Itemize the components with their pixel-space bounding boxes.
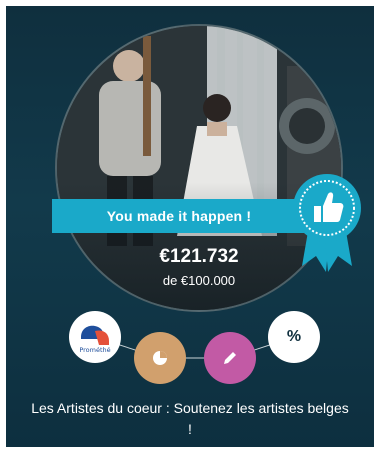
creator-logo-badge[interactable]: Prométhé [69, 311, 121, 363]
pencil-icon [224, 352, 236, 364]
project-title[interactable]: Les Artistes du coeur : Soutenez les art… [30, 398, 350, 440]
edit-badge[interactable] [204, 332, 256, 384]
badge-connector [94, 336, 295, 359]
pie-chart-icon [153, 351, 167, 365]
category-badge[interactable] [134, 332, 186, 384]
promethea-logo-icon [81, 325, 109, 345]
creator-logo-text: Prométhé [79, 346, 111, 354]
project-card[interactable]: You made it happen ! €121.732 de €100.00… [6, 6, 374, 447]
percent-badge[interactable]: % [268, 311, 320, 363]
percent-icon: % [286, 328, 302, 345]
